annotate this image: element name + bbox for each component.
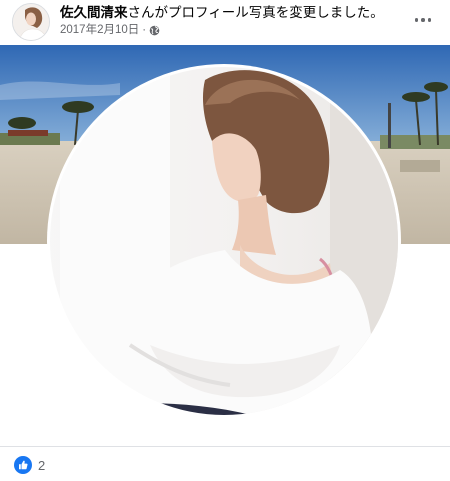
post-title: 佐久間清来さんがプロフィール写真を変更しました。 [60, 4, 384, 21]
like-icon [14, 456, 32, 474]
author-name-link[interactable]: 佐久間清来 [60, 5, 128, 20]
avatar-image [13, 4, 49, 40]
post-header: 佐久間清来さんがプロフィール写真を変更しました。 2017年2月10日 · [0, 0, 450, 44]
globe-icon[interactable] [149, 25, 160, 36]
profile-photo-area[interactable] [0, 45, 450, 445]
reactions-divider [0, 446, 450, 447]
profile-photo [47, 64, 401, 418]
post-action-text: さんがプロフィール写真を変更しました。 [127, 5, 384, 20]
post-date-link[interactable]: 2017年2月10日 [60, 23, 139, 37]
reaction-count: 2 [38, 457, 46, 473]
more-options-button[interactable] [410, 10, 436, 30]
post-meta: 2017年2月10日 · [60, 23, 160, 37]
author-avatar[interactable] [12, 3, 50, 41]
reaction-summary[interactable]: 2 [14, 456, 45, 474]
more-options-icon [414, 18, 419, 22]
meta-separator: · [142, 24, 147, 36]
